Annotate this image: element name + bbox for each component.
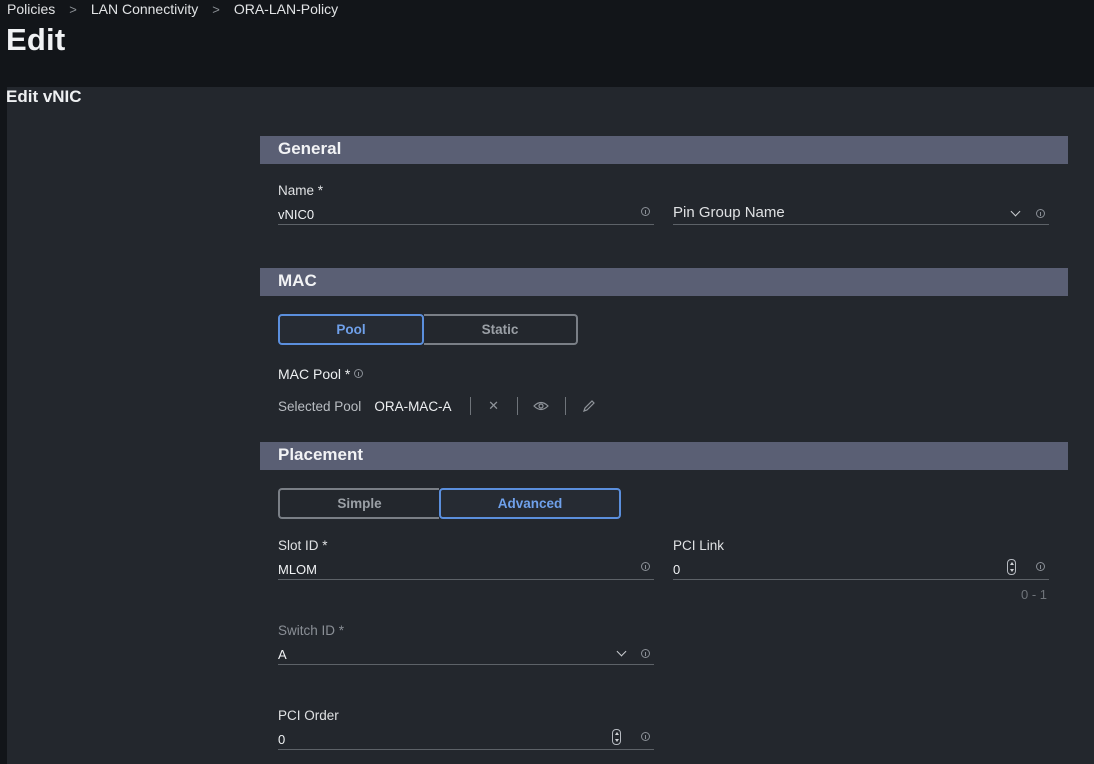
divider: [564, 397, 566, 415]
stepper-icon[interactable]: [612, 729, 621, 745]
placement-mode-toggle: Simple Advanced: [278, 488, 621, 519]
page-title: Edit: [6, 22, 66, 57]
section-mac: MAC: [260, 268, 1068, 296]
switch-id-value: A: [278, 647, 287, 662]
selected-pool-label: Selected Pool: [278, 398, 362, 414]
section-placement-title: Placement: [278, 445, 364, 464]
info-icon[interactable]: [1036, 562, 1045, 571]
selected-pool-value: ORA-MAC-A: [374, 398, 452, 414]
info-icon[interactable]: [641, 562, 650, 571]
slot-id-input[interactable]: MLOM: [278, 560, 654, 580]
pci-order-label: PCI Order: [278, 708, 339, 723]
page-header: Policies > LAN Connectivity > ORA-LAN-Po…: [0, 0, 1094, 87]
section-general: General: [260, 136, 1068, 164]
section-mac-title: MAC: [278, 271, 317, 290]
pci-order-value: 0: [278, 732, 286, 747]
breadcrumb: Policies > LAN Connectivity > ORA-LAN-Po…: [7, 1, 338, 17]
advanced-option-button[interactable]: Advanced: [439, 488, 621, 519]
pci-order-input[interactable]: 0: [278, 729, 654, 750]
switch-id-select[interactable]: A: [278, 645, 654, 665]
breadcrumb-ora-lan-policy[interactable]: ORA-LAN-Policy: [234, 1, 338, 17]
pci-link-label: PCI Link: [673, 538, 725, 553]
info-icon[interactable]: [641, 732, 650, 741]
info-icon[interactable]: [354, 369, 363, 378]
chevron-down-icon[interactable]: [1010, 206, 1021, 217]
stepper-icon[interactable]: [1007, 559, 1016, 575]
pencil-icon[interactable]: [579, 396, 599, 416]
breadcrumb-policies[interactable]: Policies: [7, 1, 55, 17]
switch-id-label: Switch ID *: [278, 623, 345, 638]
slot-id-value: MLOM: [278, 562, 317, 577]
name-label: Name *: [278, 183, 324, 198]
info-icon[interactable]: [641, 649, 650, 658]
simple-option-button[interactable]: Simple: [278, 488, 439, 519]
panel-subtitle: Edit vNIC: [6, 87, 82, 106]
pci-link-input[interactable]: 0: [673, 559, 1049, 580]
chevron-down-icon[interactable]: [616, 646, 627, 657]
section-general-title: General: [278, 139, 342, 158]
chevron-right-icon: >: [212, 1, 220, 17]
selected-pool-row: Selected Pool ORA-MAC-A ✕: [278, 396, 599, 416]
divider: [516, 397, 518, 415]
info-icon[interactable]: [1036, 209, 1045, 218]
pin-group-select[interactable]: Pin Group Name: [673, 204, 1049, 225]
static-option-button[interactable]: Static: [424, 314, 578, 345]
chevron-right-icon: >: [69, 1, 77, 17]
eye-icon[interactable]: [531, 396, 551, 416]
divider: [469, 397, 471, 415]
mac-pool-label-text: MAC Pool *: [278, 366, 351, 382]
pci-link-value: 0: [673, 562, 681, 577]
info-icon[interactable]: [641, 207, 650, 216]
pool-option-button[interactable]: Pool: [278, 314, 424, 345]
name-value: vNIC0: [278, 207, 315, 222]
pin-group-placeholder: Pin Group Name: [673, 204, 785, 221]
close-icon[interactable]: ✕: [484, 396, 504, 416]
slot-id-label: Slot ID *: [278, 538, 328, 553]
breadcrumb-lan-connectivity[interactable]: LAN Connectivity: [91, 1, 198, 17]
mac-mode-toggle: Pool Static: [278, 314, 578, 345]
name-input[interactable]: vNIC0: [278, 205, 654, 225]
panel-left-gutter: [0, 87, 7, 764]
pci-link-range: 0 - 1: [1021, 587, 1048, 602]
mac-pool-label: MAC Pool *: [278, 366, 350, 382]
section-placement: Placement: [260, 442, 1068, 470]
